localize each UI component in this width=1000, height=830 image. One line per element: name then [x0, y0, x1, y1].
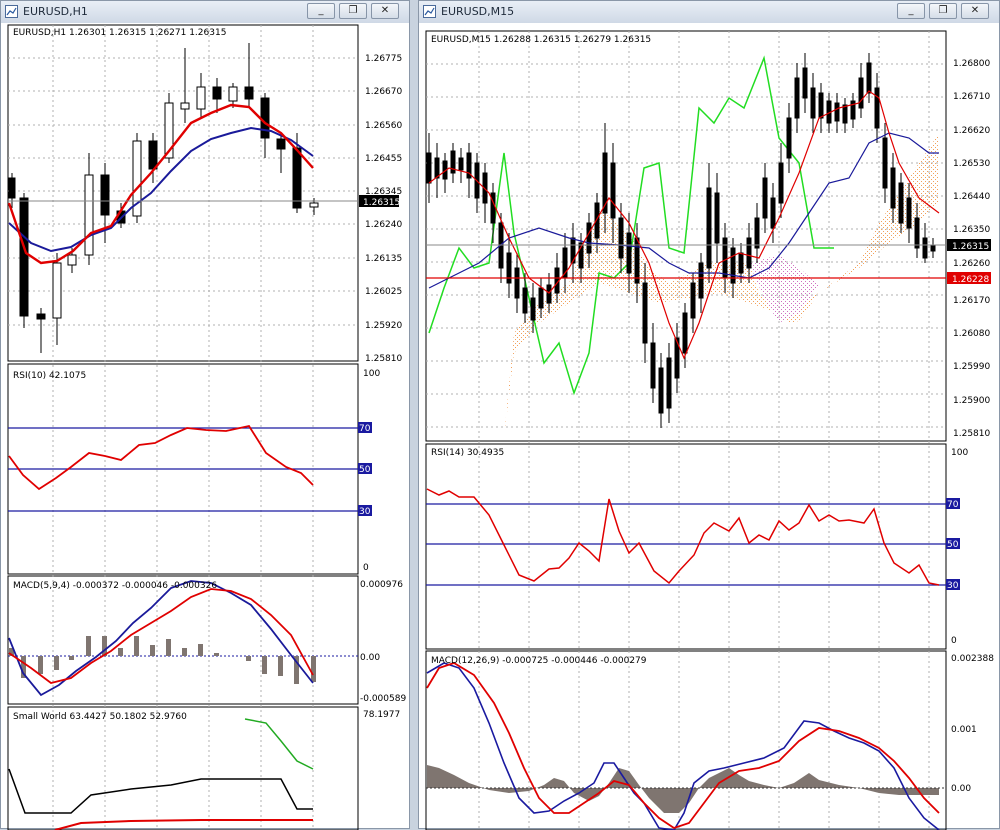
- macd-main-line: [8, 580, 314, 697]
- price-level: 1.26560: [365, 121, 402, 131]
- price-scale: 1.26775 1.26670 1.26560 1.26455 1.26345 …: [365, 54, 402, 364]
- chart-window-icon: [5, 5, 18, 18]
- rsi-scale-top: 100: [363, 369, 380, 379]
- main-panel-header: EURUSD,H1 1.26301 1.26315 1.26271 1.2631…: [13, 28, 226, 38]
- price-level: 1.26670: [365, 87, 402, 97]
- smallworld-scale-top: 78.1977: [363, 710, 400, 720]
- smallworld-black-line: [8, 768, 313, 814]
- red-line-price-label: 1.26228: [952, 275, 989, 285]
- rsi-level-label: 30: [947, 581, 959, 591]
- price-level: 1.26080: [953, 329, 990, 339]
- current-price-label: 1.26315: [363, 198, 400, 208]
- price-level: 1.26620: [953, 126, 990, 136]
- macd-scale-mid: 0.001: [951, 725, 977, 735]
- main-panel-header: EURUSD,M15 1.26288 1.26315 1.26279 1.263…: [431, 35, 651, 45]
- price-level: 1.26240: [365, 220, 402, 230]
- smallworld-label: Small World 63.4427 50.1802 52.9760: [13, 712, 187, 722]
- window-title: EURUSD,H1: [23, 5, 88, 18]
- close-button[interactable]: ✕: [961, 3, 989, 19]
- restore-button[interactable]: ❐: [929, 3, 957, 19]
- chart-window-icon: [423, 5, 436, 18]
- rsi-label: RSI(10) 42.1075: [13, 371, 86, 381]
- macd-scale-bottom: -0.000589: [360, 694, 406, 704]
- ichimoku-cloud-pink: [749, 255, 819, 323]
- ichimoku-cloud-orange: [504, 133, 939, 438]
- rsi-level-label: 50: [947, 540, 959, 550]
- close-icon: ✕: [970, 5, 980, 16]
- price-level: 1.25810: [953, 429, 990, 439]
- candlesticks-m15: [426, 53, 936, 428]
- window-title: EURUSD,M15: [441, 5, 515, 18]
- current-price-label: 1.26315: [952, 242, 989, 252]
- rsi-levels: [8, 427, 358, 512]
- price-level: 1.25920: [365, 321, 402, 331]
- rsi-label: RSI(14) 30.4935: [431, 448, 504, 458]
- rsi-scale-bottom: 0: [951, 636, 957, 646]
- price-level: 1.26530: [953, 159, 990, 169]
- price-level: 1.26440: [953, 192, 990, 202]
- price-level: 1.26025: [365, 287, 402, 297]
- smallworld-green-line: [244, 718, 314, 770]
- candlesticks: [8, 43, 319, 353]
- price-level: 1.26260: [953, 259, 990, 269]
- macd-label: MACD(5,9,4) -0.000372 -0.000046 -0.00032…: [13, 581, 217, 591]
- chart-svg-h1[interactable]: 1.26775 1.26670 1.26560 1.26455 1.26345 …: [1, 23, 409, 830]
- rsi-level-label: 50: [359, 465, 371, 475]
- price-level: 1.26710: [953, 92, 990, 102]
- macd-histogram: [9, 636, 316, 684]
- price-level: 1.25810: [365, 354, 402, 364]
- rsi-level-label: 70: [359, 424, 371, 434]
- macd-scale-zero: 0.00: [951, 784, 971, 794]
- price-level: 1.26800: [953, 59, 990, 69]
- rsi-level-label: 30: [359, 507, 371, 517]
- price-level: 1.25990: [953, 362, 990, 372]
- minimize-button[interactable]: _: [897, 3, 925, 19]
- rsi-scale-bottom: 0: [363, 563, 369, 573]
- ma-blue: [8, 126, 314, 253]
- restore-button[interactable]: ❐: [339, 3, 367, 19]
- price-level: 1.26135: [365, 254, 402, 264]
- title-bar[interactable]: EURUSD,H1 _ ❐ ✕: [1, 1, 409, 24]
- price-level: 1.26775: [365, 54, 402, 64]
- macd-histogram-area: [427, 765, 939, 813]
- grid: [426, 31, 946, 830]
- price-level: 1.25900: [953, 396, 990, 406]
- minimize-icon: _: [318, 5, 324, 16]
- rsi-level-label: 70: [947, 500, 959, 510]
- macd-scale-zero: 0.00: [360, 653, 380, 663]
- close-icon: ✕: [380, 5, 390, 16]
- minimize-button[interactable]: _: [307, 3, 335, 19]
- title-bar[interactable]: EURUSD,M15 _ ❐ ✕: [419, 1, 999, 24]
- chart-svg-m15[interactable]: 1.26800 1.26710 1.26620 1.26530 1.26440 …: [419, 23, 999, 830]
- restore-icon: ❐: [348, 5, 358, 16]
- macd-scale-top: 0.002388: [951, 654, 994, 664]
- smallworld-panel-border: [7, 706, 359, 830]
- minimize-icon: _: [908, 5, 914, 16]
- macd-label: MACD(12,26,9) -0.000725 -0.000446 -0.000…: [431, 656, 647, 666]
- chart-area-m15[interactable]: 1.26800 1.26710 1.26620 1.26530 1.26440 …: [419, 23, 999, 830]
- chart-window-h1[interactable]: EURUSD,H1 _ ❐ ✕ 1.26775 1.26670 1.26560 …: [0, 0, 410, 830]
- chart-area-h1[interactable]: 1.26775 1.26670 1.26560 1.26455 1.26345 …: [1, 23, 409, 830]
- restore-icon: ❐: [938, 5, 948, 16]
- chart-window-m15[interactable]: EURUSD,M15 _ ❐ ✕ 1.26800 1.26710 1.26620…: [418, 0, 1000, 830]
- macd-scale-top: 0.000976: [360, 580, 403, 590]
- rsi-scale-top: 100: [951, 448, 968, 458]
- price-level: 1.26350: [953, 225, 990, 235]
- rsi-line: [8, 424, 314, 491]
- price-level: 1.26170: [953, 296, 990, 306]
- close-button[interactable]: ✕: [371, 3, 399, 19]
- price-level: 1.26455: [365, 154, 402, 164]
